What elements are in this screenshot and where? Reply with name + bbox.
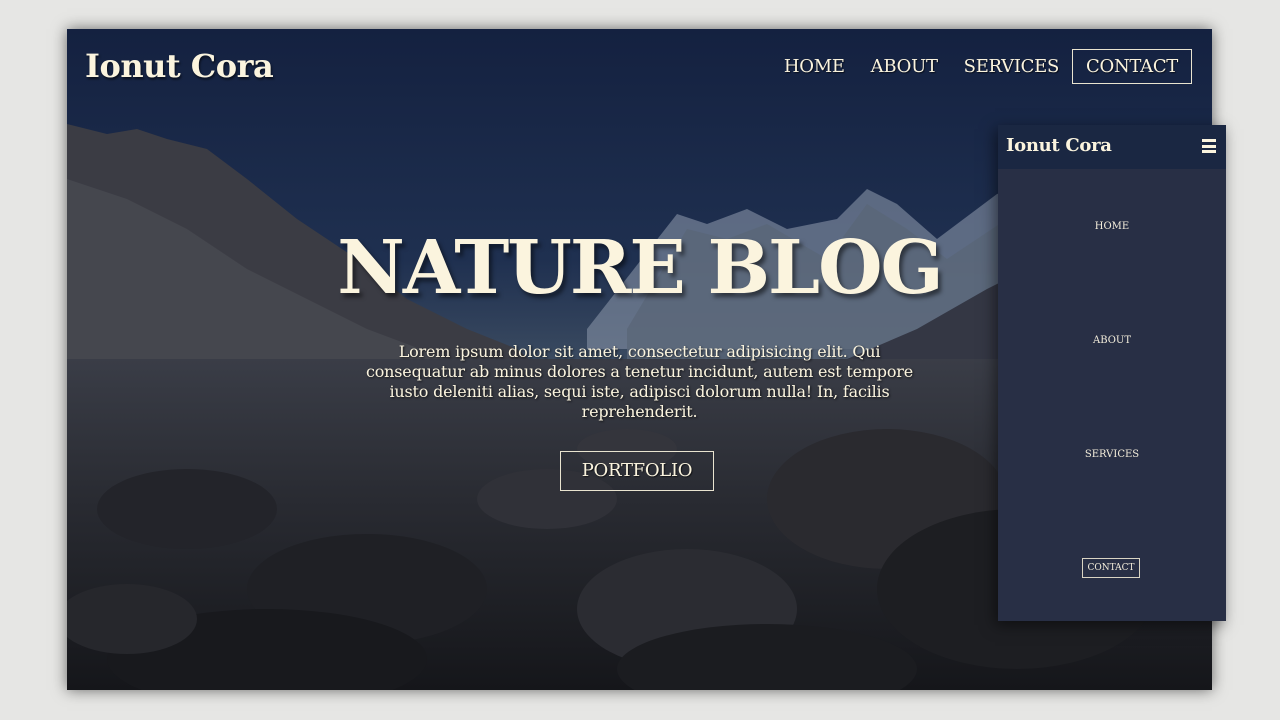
portfolio-button[interactable]: PORTFOLIO	[560, 451, 714, 491]
desktop-navbar: Ionut Cora HOME ABOUT SERVICES CONTACT	[67, 29, 1212, 104]
nav-link-home[interactable]: HOME	[784, 56, 845, 77]
hamburger-menu-icon[interactable]	[1202, 139, 1216, 153]
mobile-nav-services[interactable]: SERVICES	[998, 449, 1226, 460]
mobile-site-logo[interactable]: Ionut Cora	[1006, 135, 1112, 156]
nav-link-contact[interactable]: CONTACT	[1072, 49, 1192, 84]
mobile-navbar: Ionut Cora	[998, 125, 1226, 169]
desktop-nav-menu: HOME ABOUT SERVICES CONTACT	[758, 49, 1192, 84]
mobile-nav-contact[interactable]: CONTACT	[1082, 558, 1140, 578]
mobile-nav-home[interactable]: HOME	[998, 221, 1226, 232]
site-logo[interactable]: Ionut Cora	[85, 47, 274, 85]
mobile-nav-about[interactable]: ABOUT	[998, 335, 1226, 346]
hero-description: Lorem ipsum dolor sit amet, consectetur …	[365, 342, 913, 421]
nav-link-about[interactable]: ABOUT	[871, 56, 938, 77]
nav-link-services[interactable]: SERVICES	[964, 56, 1060, 77]
mobile-preview: Ionut Cora HOME ABOUT SERVICES CONTACT	[998, 125, 1226, 621]
